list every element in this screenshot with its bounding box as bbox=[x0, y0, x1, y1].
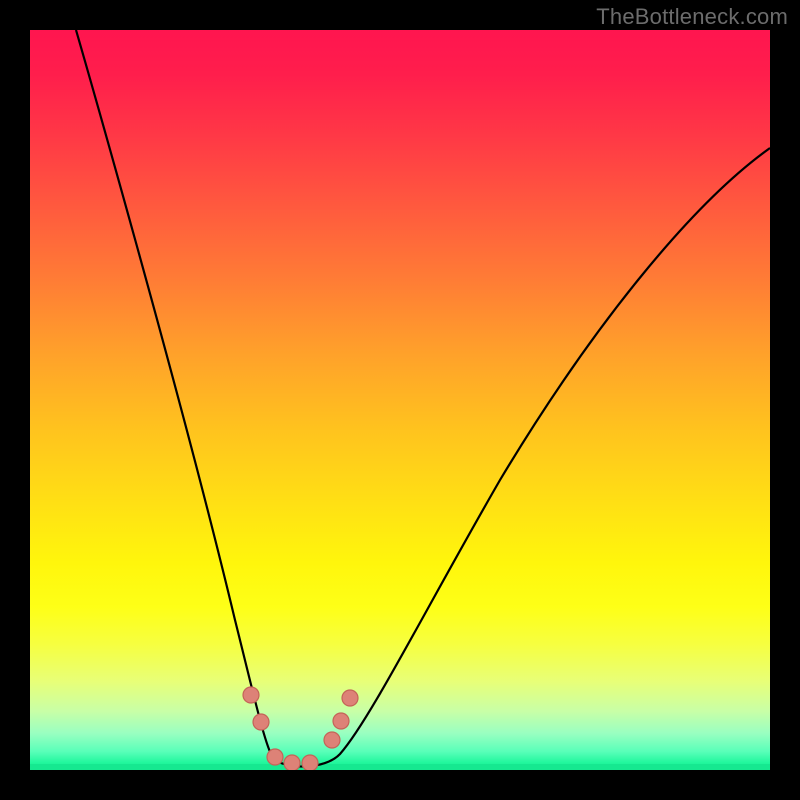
marker-dot bbox=[324, 732, 340, 748]
marker-dot bbox=[253, 714, 269, 730]
marker-dot bbox=[342, 690, 358, 706]
marker-dot bbox=[333, 713, 349, 729]
plot-area bbox=[30, 30, 770, 770]
markers-svg bbox=[30, 30, 770, 770]
marker-dot bbox=[267, 749, 283, 765]
marker-group bbox=[243, 687, 358, 770]
watermark-text: TheBottleneck.com bbox=[596, 4, 788, 30]
chart-frame: TheBottleneck.com bbox=[0, 0, 800, 800]
marker-dot bbox=[243, 687, 259, 703]
marker-dot bbox=[284, 755, 300, 770]
marker-dot bbox=[302, 755, 318, 770]
